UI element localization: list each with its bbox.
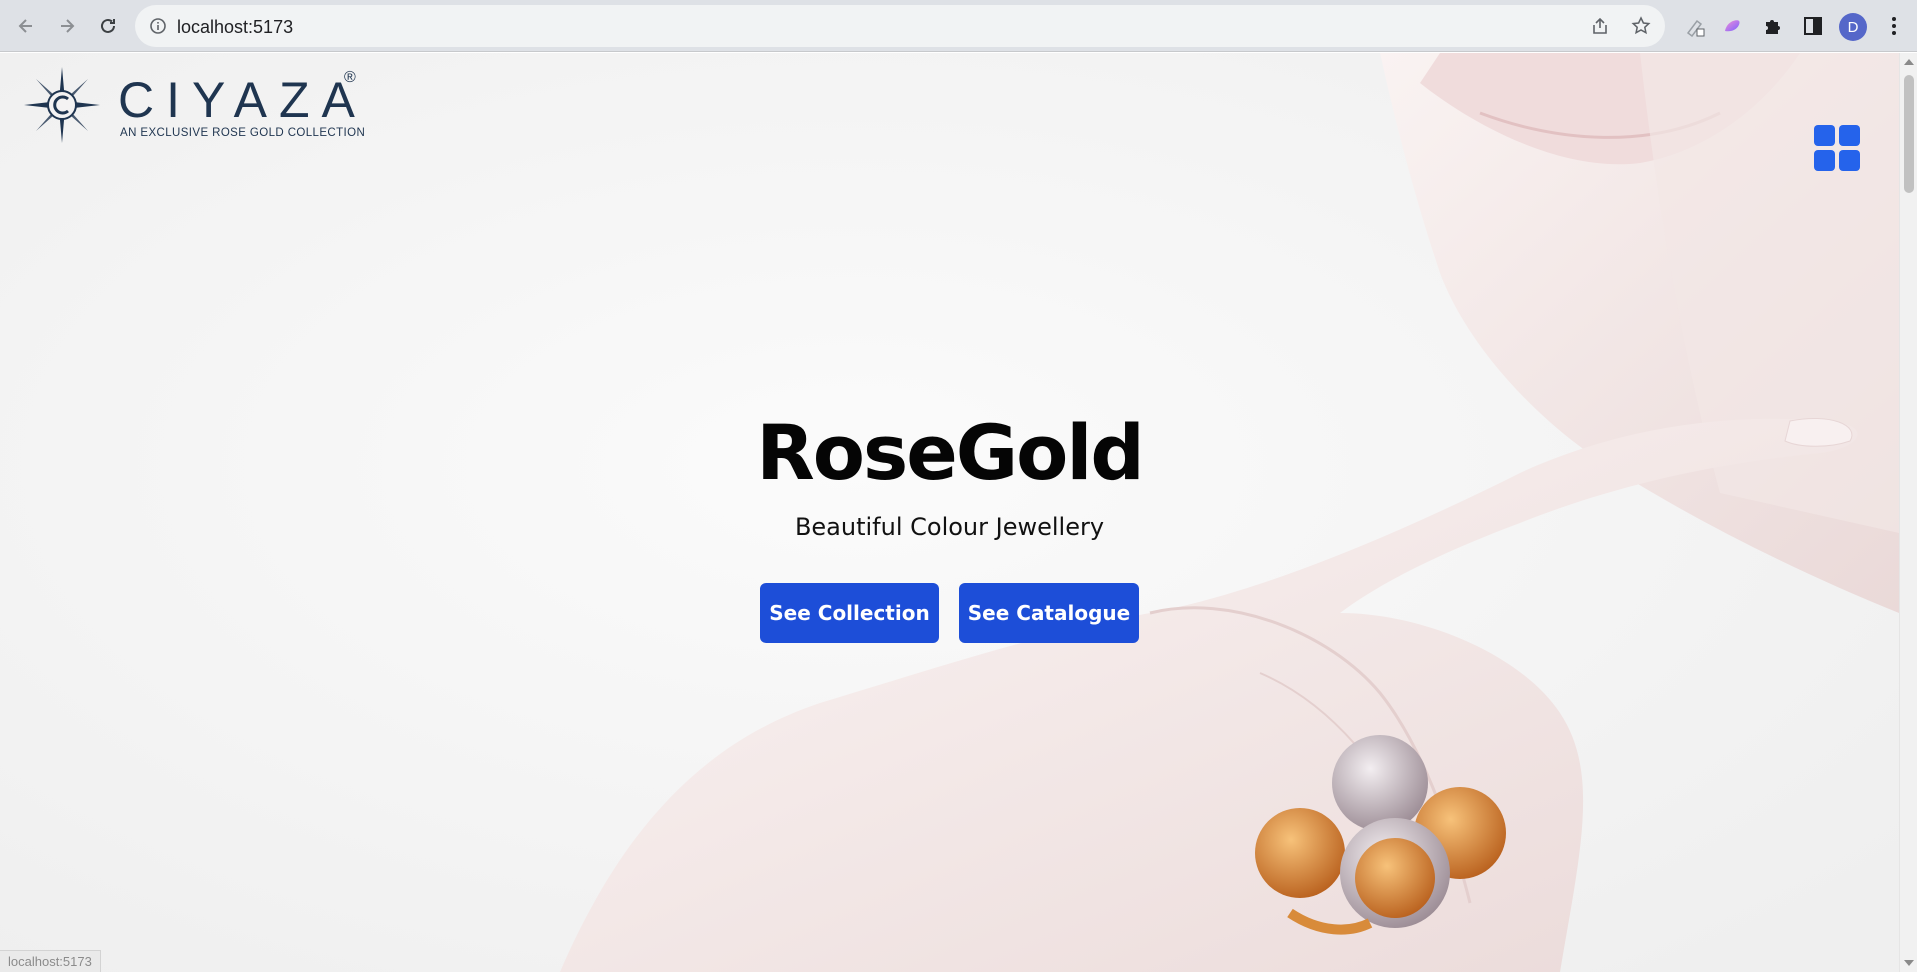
address-bar[interactable]: localhost:5173 bbox=[135, 5, 1665, 47]
side-panel-icon[interactable] bbox=[1801, 14, 1825, 38]
link-status-bar: localhost:5173 bbox=[0, 950, 101, 972]
forward-button[interactable] bbox=[51, 10, 83, 42]
grid-cell bbox=[1839, 150, 1860, 171]
see-catalogue-button[interactable]: See Catalogue bbox=[959, 583, 1139, 643]
page-viewport: CIYAZA ® AN EXCLUSIVE ROSE GOLD COLLECTI… bbox=[0, 53, 1899, 972]
logo-wordmark: CIYAZA bbox=[118, 72, 367, 128]
scroll-up-arrow-icon[interactable] bbox=[1904, 59, 1914, 65]
puzzle-icon[interactable] bbox=[1760, 14, 1784, 38]
back-arrow-icon bbox=[18, 19, 32, 33]
scroll-thumb[interactable] bbox=[1904, 75, 1914, 193]
registered-mark: ® bbox=[344, 69, 356, 86]
browser-toolbar: localhost:5173 D bbox=[0, 0, 1917, 52]
page-scrollbar[interactable] bbox=[1899, 53, 1917, 972]
share-icon[interactable] bbox=[1590, 16, 1610, 36]
grid-cell bbox=[1814, 125, 1835, 146]
reload-icon bbox=[101, 18, 115, 33]
hero-title: RoseGold bbox=[756, 408, 1145, 497]
forward-arrow-icon bbox=[61, 19, 75, 33]
logo-tagline: AN EXCLUSIVE ROSE GOLD COLLECTION bbox=[120, 127, 366, 139]
kebab-menu-icon[interactable] bbox=[1882, 14, 1906, 38]
bookmark-star-icon[interactable] bbox=[1631, 16, 1651, 36]
info-icon bbox=[150, 18, 166, 34]
reload-button[interactable] bbox=[92, 10, 124, 42]
grid-menu-icon[interactable] bbox=[1814, 125, 1860, 171]
grid-cell bbox=[1839, 125, 1860, 146]
scroll-down-arrow-icon[interactable] bbox=[1904, 960, 1914, 966]
hero-subtitle: Beautiful Colour Jewellery bbox=[794, 513, 1105, 541]
profile-avatar[interactable]: D bbox=[1839, 13, 1867, 41]
ciyaza-logo[interactable]: CIYAZA ® AN EXCLUSIVE ROSE GOLD COLLECTI… bbox=[22, 65, 366, 145]
grid-cell bbox=[1814, 150, 1835, 171]
url-text[interactable]: localhost:5173 bbox=[177, 17, 293, 38]
extension-icon-gradient[interactable] bbox=[1720, 14, 1744, 38]
star-emblem-icon bbox=[24, 67, 100, 143]
back-button[interactable] bbox=[10, 10, 42, 42]
extension-icon[interactable] bbox=[1683, 14, 1707, 38]
see-collection-button[interactable]: See Collection bbox=[760, 583, 939, 643]
